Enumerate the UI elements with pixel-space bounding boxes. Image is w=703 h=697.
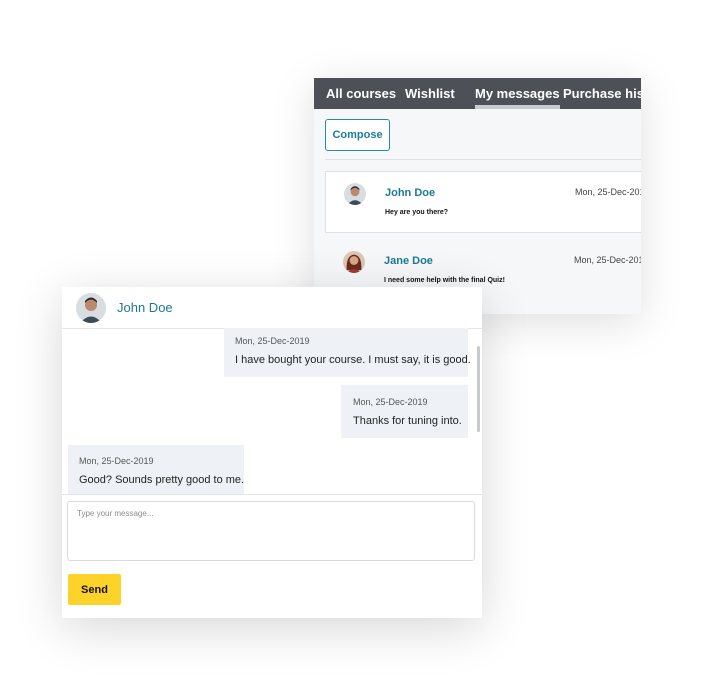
divider <box>325 159 641 160</box>
compose-button[interactable]: Compose <box>325 119 390 151</box>
john-doe-avatar-image <box>344 183 366 205</box>
john-doe-avatar-image <box>76 293 106 323</box>
avatar <box>343 251 365 273</box>
message-text: I have bought your course. I must say, i… <box>235 354 471 366</box>
thread-preview: I need some help with the final Quiz! <box>384 277 505 284</box>
thread-preview: Hey are you there? <box>385 209 449 216</box>
tab-my-messages[interactable]: My messages <box>475 78 560 109</box>
jane-doe-avatar-image <box>343 251 365 273</box>
message-date: Mon, 25-Dec-2019 <box>235 336 310 346</box>
thread-sender-name: Jane Doe <box>384 255 433 267</box>
tab-wishlist[interactable]: Wishlist <box>405 78 455 109</box>
tab-all-courses[interactable]: All courses <box>326 78 396 109</box>
course-tabs: All courses Wishlist My messages Purchas… <box>314 78 641 109</box>
message-composer: Send <box>62 494 482 618</box>
send-button[interactable]: Send <box>68 574 121 605</box>
message-text: Thanks for tuning into. <box>353 415 462 427</box>
message-text: Good? Sounds pretty good to me. <box>79 474 245 486</box>
chat-messages: Mon, 25-Dec-2019 I have bought your cour… <box>62 328 482 494</box>
tab-purchase-history[interactable]: Purchase histo <box>563 78 641 109</box>
thread-sender-name: John Doe <box>385 187 436 199</box>
message-date: Mon, 25-Dec-2019 <box>353 397 428 407</box>
thread-item-john-doe[interactable]: John Doe Mon, 25-Dec-201 Hey are you the… <box>325 171 641 233</box>
message-date: Mon, 25-Dec-2019 <box>79 456 154 466</box>
chat-scrollbar[interactable] <box>476 328 482 494</box>
chat-window: John Doe Mon, 25-Dec-2019 I have bought … <box>62 287 482 618</box>
messages-panel: All courses Wishlist My messages Purchas… <box>314 78 641 314</box>
chat-contact-name: John Doe <box>117 300 173 315</box>
message-input[interactable] <box>67 501 475 561</box>
message-bubble-sent: Mon, 25-Dec-2019 Thanks for tuning into. <box>341 385 468 438</box>
thread-date: Mon, 25-Dec-201 <box>575 187 641 197</box>
message-bubble-sent: Mon, 25-Dec-2019 I have bought your cour… <box>224 328 471 377</box>
message-bubble-received: Mon, 25-Dec-2019 Good? Sounds pretty goo… <box>68 445 244 494</box>
scrollbar-thumb[interactable] <box>477 346 480 432</box>
avatar <box>76 293 106 323</box>
thread-date: Mon, 25-Dec-201 <box>574 255 641 265</box>
avatar <box>344 183 366 205</box>
chat-header: John Doe <box>62 287 482 329</box>
